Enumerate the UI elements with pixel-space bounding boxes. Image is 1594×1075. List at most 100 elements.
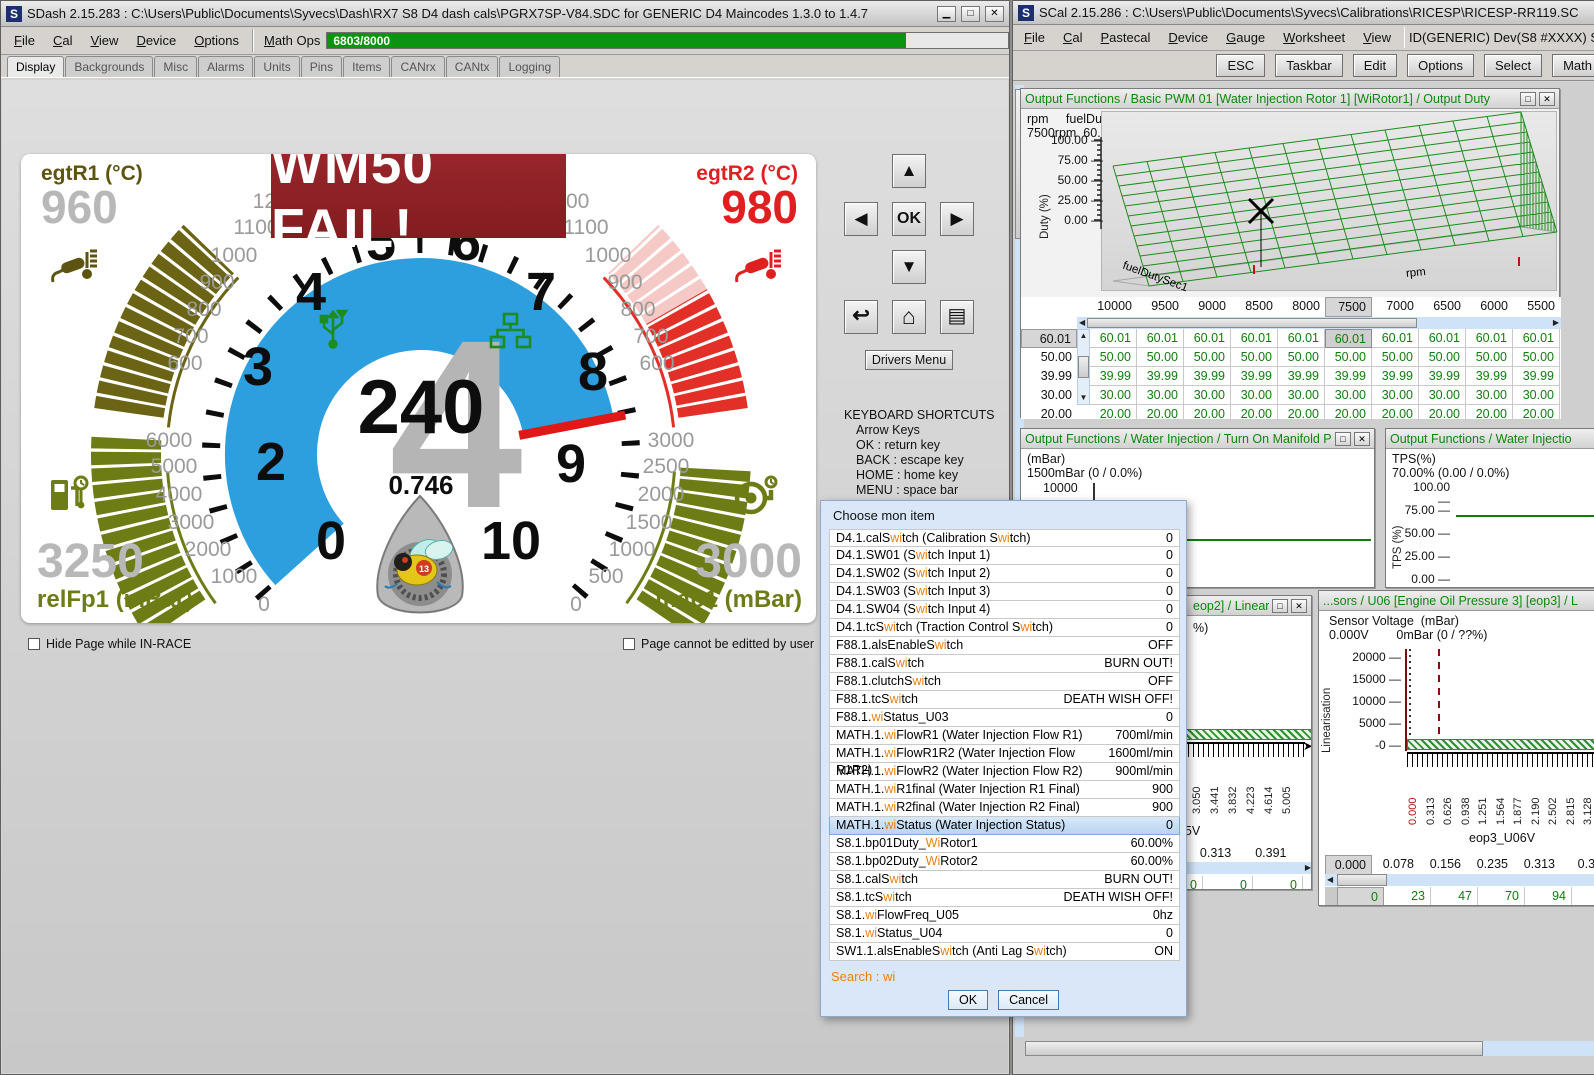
surface-cell[interactable]: 39.99 (1184, 367, 1231, 386)
surface-cell[interactable]: 60.01 (1325, 329, 1372, 348)
surface-col-header-6000[interactable]: 6000 (1466, 297, 1513, 317)
surface-cell[interactable]: 60.01 (1513, 329, 1560, 348)
mon-item-math-1-wir2final-water-injection-r2-final[interactable]: MATH.1.wiR2final (Water Injection R2 Fin… (829, 799, 1180, 817)
surface-col-header-9500[interactable]: 9500 (1137, 297, 1184, 317)
surface-cell[interactable]: 20.00 (1184, 405, 1231, 419)
surface-cell[interactable]: 50.00 (1231, 348, 1278, 367)
esc-button[interactable]: ESC (1216, 54, 1265, 77)
mon-item-s8-1-wiflowfreq-u05[interactable]: S8.1.wiFlowFreq_U050hz (829, 907, 1180, 925)
up-button[interactable]: ▲ (892, 154, 926, 188)
left-button[interactable]: ◀ (844, 202, 878, 236)
eop2-col-header[interactable]: 0.313 (1195, 844, 1236, 862)
surface-cell[interactable]: 30.00 (1278, 386, 1325, 405)
tab-units[interactable]: Units (254, 56, 299, 77)
page-lock-checkbox[interactable]: Page cannot be editted by user (623, 637, 814, 651)
surface-cell[interactable]: 30.00 (1466, 386, 1513, 405)
mon-item-f88-1-wistatus-u03[interactable]: F88.1.wiStatus_U030 (829, 709, 1180, 727)
surface-cell[interactable]: 50.00 (1184, 348, 1231, 367)
eop3-cell[interactable]: 23 (1384, 887, 1431, 906)
surface-cell[interactable]: 39.99 (1325, 367, 1372, 386)
close-icon[interactable]: ✕ (985, 6, 1004, 22)
eop3-col-header[interactable]: 0.313 (1513, 855, 1560, 875)
tab-alarms[interactable]: Alarms (198, 56, 253, 77)
surface-row-header-39.99[interactable]: 39.99 (1021, 367, 1077, 386)
mon-item-s8-1-wistatus-u04[interactable]: S8.1.wiStatus_U040 (829, 925, 1180, 943)
eop3-table-scrollbar[interactable]: ◀ (1325, 874, 1594, 886)
menu-item-cal[interactable]: Cal (1054, 26, 1092, 49)
surface-col-header-8000[interactable]: 8000 (1278, 297, 1325, 317)
menu-item-file[interactable]: File (5, 29, 44, 52)
surface-cell[interactable]: 39.99 (1231, 367, 1278, 386)
manifold-window-titlebar[interactable]: Output Functions / Water Injection / Tur… (1021, 429, 1374, 449)
mon-item-d4-1-sw03-switch-input-3[interactable]: D4.1.SW03 (Switch Input 3)0 (829, 583, 1180, 601)
tab-display[interactable]: Display (7, 56, 64, 77)
surface-col-header-7500[interactable]: 7500 (1325, 297, 1372, 317)
eop3-cell[interactable]: 0 (1337, 887, 1384, 906)
tab-items[interactable]: Items (343, 56, 390, 77)
surface-cell[interactable]: 50.00 (1513, 348, 1560, 367)
surface-row-header-20.00[interactable]: 20.00 (1021, 405, 1077, 419)
surface-cell[interactable]: 30.00 (1513, 386, 1560, 405)
surface-col-header-10000[interactable]: 10000 (1090, 297, 1137, 317)
workspace-horizontal-scrollbar[interactable] (1025, 1041, 1594, 1056)
surface-cell[interactable]: 60.01 (1419, 329, 1466, 348)
dash-preview-panel[interactable]: 0234567891012001100100090080070060012001… (21, 154, 816, 623)
mon-item-math-1-wir1final-water-injection-r1-final[interactable]: MATH.1.wiR1final (Water Injection R1 Fin… (829, 781, 1180, 799)
right-button[interactable]: ▶ (940, 202, 974, 236)
mon-item-d4-1-sw02-switch-input-2[interactable]: D4.1.SW02 (Switch Input 2)0 (829, 565, 1180, 583)
menu-item-cal[interactable]: Cal (44, 29, 82, 52)
surface-table[interactable]: 1000095009000850080007500700065006000550… (1021, 297, 1561, 419)
surface-row-header-30.00[interactable]: 30.00 (1021, 386, 1077, 405)
surface-cell[interactable]: 39.99 (1090, 367, 1137, 386)
dialog-cancel-button[interactable]: Cancel (998, 990, 1059, 1010)
eop3-col-header[interactable]: 0.078 (1372, 855, 1419, 875)
surface-cell[interactable]: 20.00 (1231, 405, 1278, 419)
taskbar-button[interactable]: Taskbar (1275, 54, 1343, 77)
mon-item-math-1-wiflowr2-water-injection-flow-r2[interactable]: MATH.1.wiFlowR2 (Water Injection Flow R2… (829, 763, 1180, 781)
home-button[interactable]: ⌂ (892, 300, 926, 334)
surface-cell[interactable]: 20.00 (1325, 405, 1372, 419)
surface-cell[interactable]: 39.99 (1513, 367, 1560, 386)
close-icon[interactable]: ✕ (1354, 432, 1370, 446)
checkbox-icon[interactable] (28, 638, 40, 650)
surface-row-header-60.01[interactable]: 60.01 (1021, 329, 1077, 348)
eop3-col-header[interactable]: 0.235 (1466, 855, 1513, 875)
mon-item-s8-1-calswitch[interactable]: S8.1.calSwitchBURN OUT! (829, 871, 1180, 889)
down-button[interactable]: ▼ (892, 250, 926, 284)
mon-item-s8-1-bp02duty-wirotor2[interactable]: S8.1.bp02Duty_WiRotor260.00% (829, 853, 1180, 871)
mon-item-s8-1-tcswitch[interactable]: S8.1.tcSwitchDEATH WISH OFF! (829, 889, 1180, 907)
eop3-cell[interactable]: 94 (1525, 887, 1572, 906)
tab-logging[interactable]: Logging (499, 56, 560, 77)
surface-col-header-7000[interactable]: 7000 (1372, 297, 1419, 317)
mon-item-math-1-wiflowr1-water-injection-flow-r1[interactable]: MATH.1.wiFlowR1 (Water Injection Flow R1… (829, 727, 1180, 745)
surface-table-h-scrollbar[interactable]: ◀▶ (1077, 317, 1561, 329)
surface-table-v-scrollbar[interactable]: ▲▼ (1077, 329, 1090, 405)
surface-cell[interactable]: 50.00 (1137, 348, 1184, 367)
eop3-col-header[interactable]: 0.39 (1560, 855, 1594, 875)
tab-canrx[interactable]: CANrx (391, 56, 444, 77)
mon-item-f88-1-clutchswitch[interactable]: F88.1.clutchSwitchOFF (829, 673, 1180, 691)
select-button[interactable]: Select (1484, 54, 1542, 77)
hide-page-checkbox[interactable]: Hide Page while IN-RACE (28, 637, 191, 651)
menu-item-file[interactable]: File (1015, 26, 1054, 49)
surface-col-header-9000[interactable]: 9000 (1184, 297, 1231, 317)
surface-cell[interactable]: 20.00 (1278, 405, 1325, 419)
maximize-icon[interactable]: □ (1335, 432, 1351, 446)
tab-pins[interactable]: Pins (301, 56, 342, 77)
surface-cell[interactable]: 50.00 (1372, 348, 1419, 367)
scal-titlebar[interactable]: S SCal 2.15.286 : C:\Users\Public\Docume… (1013, 1, 1594, 25)
surface-cell[interactable]: 60.01 (1372, 329, 1419, 348)
surface-cell[interactable]: 30.00 (1090, 386, 1137, 405)
eop3-col-header[interactable]: 0.156 (1419, 855, 1466, 875)
scrollbar-thumb[interactable] (1337, 874, 1387, 886)
surface-cell[interactable]: 39.99 (1466, 367, 1513, 386)
surface-cell[interactable]: 50.00 (1090, 348, 1137, 367)
ok-button[interactable]: OK (892, 202, 926, 236)
dialog-ok-button[interactable]: OK (948, 990, 988, 1010)
eop3-cell[interactable]: 70 (1478, 887, 1525, 906)
surface-cell[interactable]: 60.01 (1466, 329, 1513, 348)
surface-cell[interactable]: 50.00 (1278, 348, 1325, 367)
edit-button[interactable]: Edit (1353, 54, 1397, 77)
surface-cell[interactable]: 30.00 (1137, 386, 1184, 405)
tps-window-titlebar[interactable]: Output Functions / Water Injectio (1386, 429, 1594, 449)
